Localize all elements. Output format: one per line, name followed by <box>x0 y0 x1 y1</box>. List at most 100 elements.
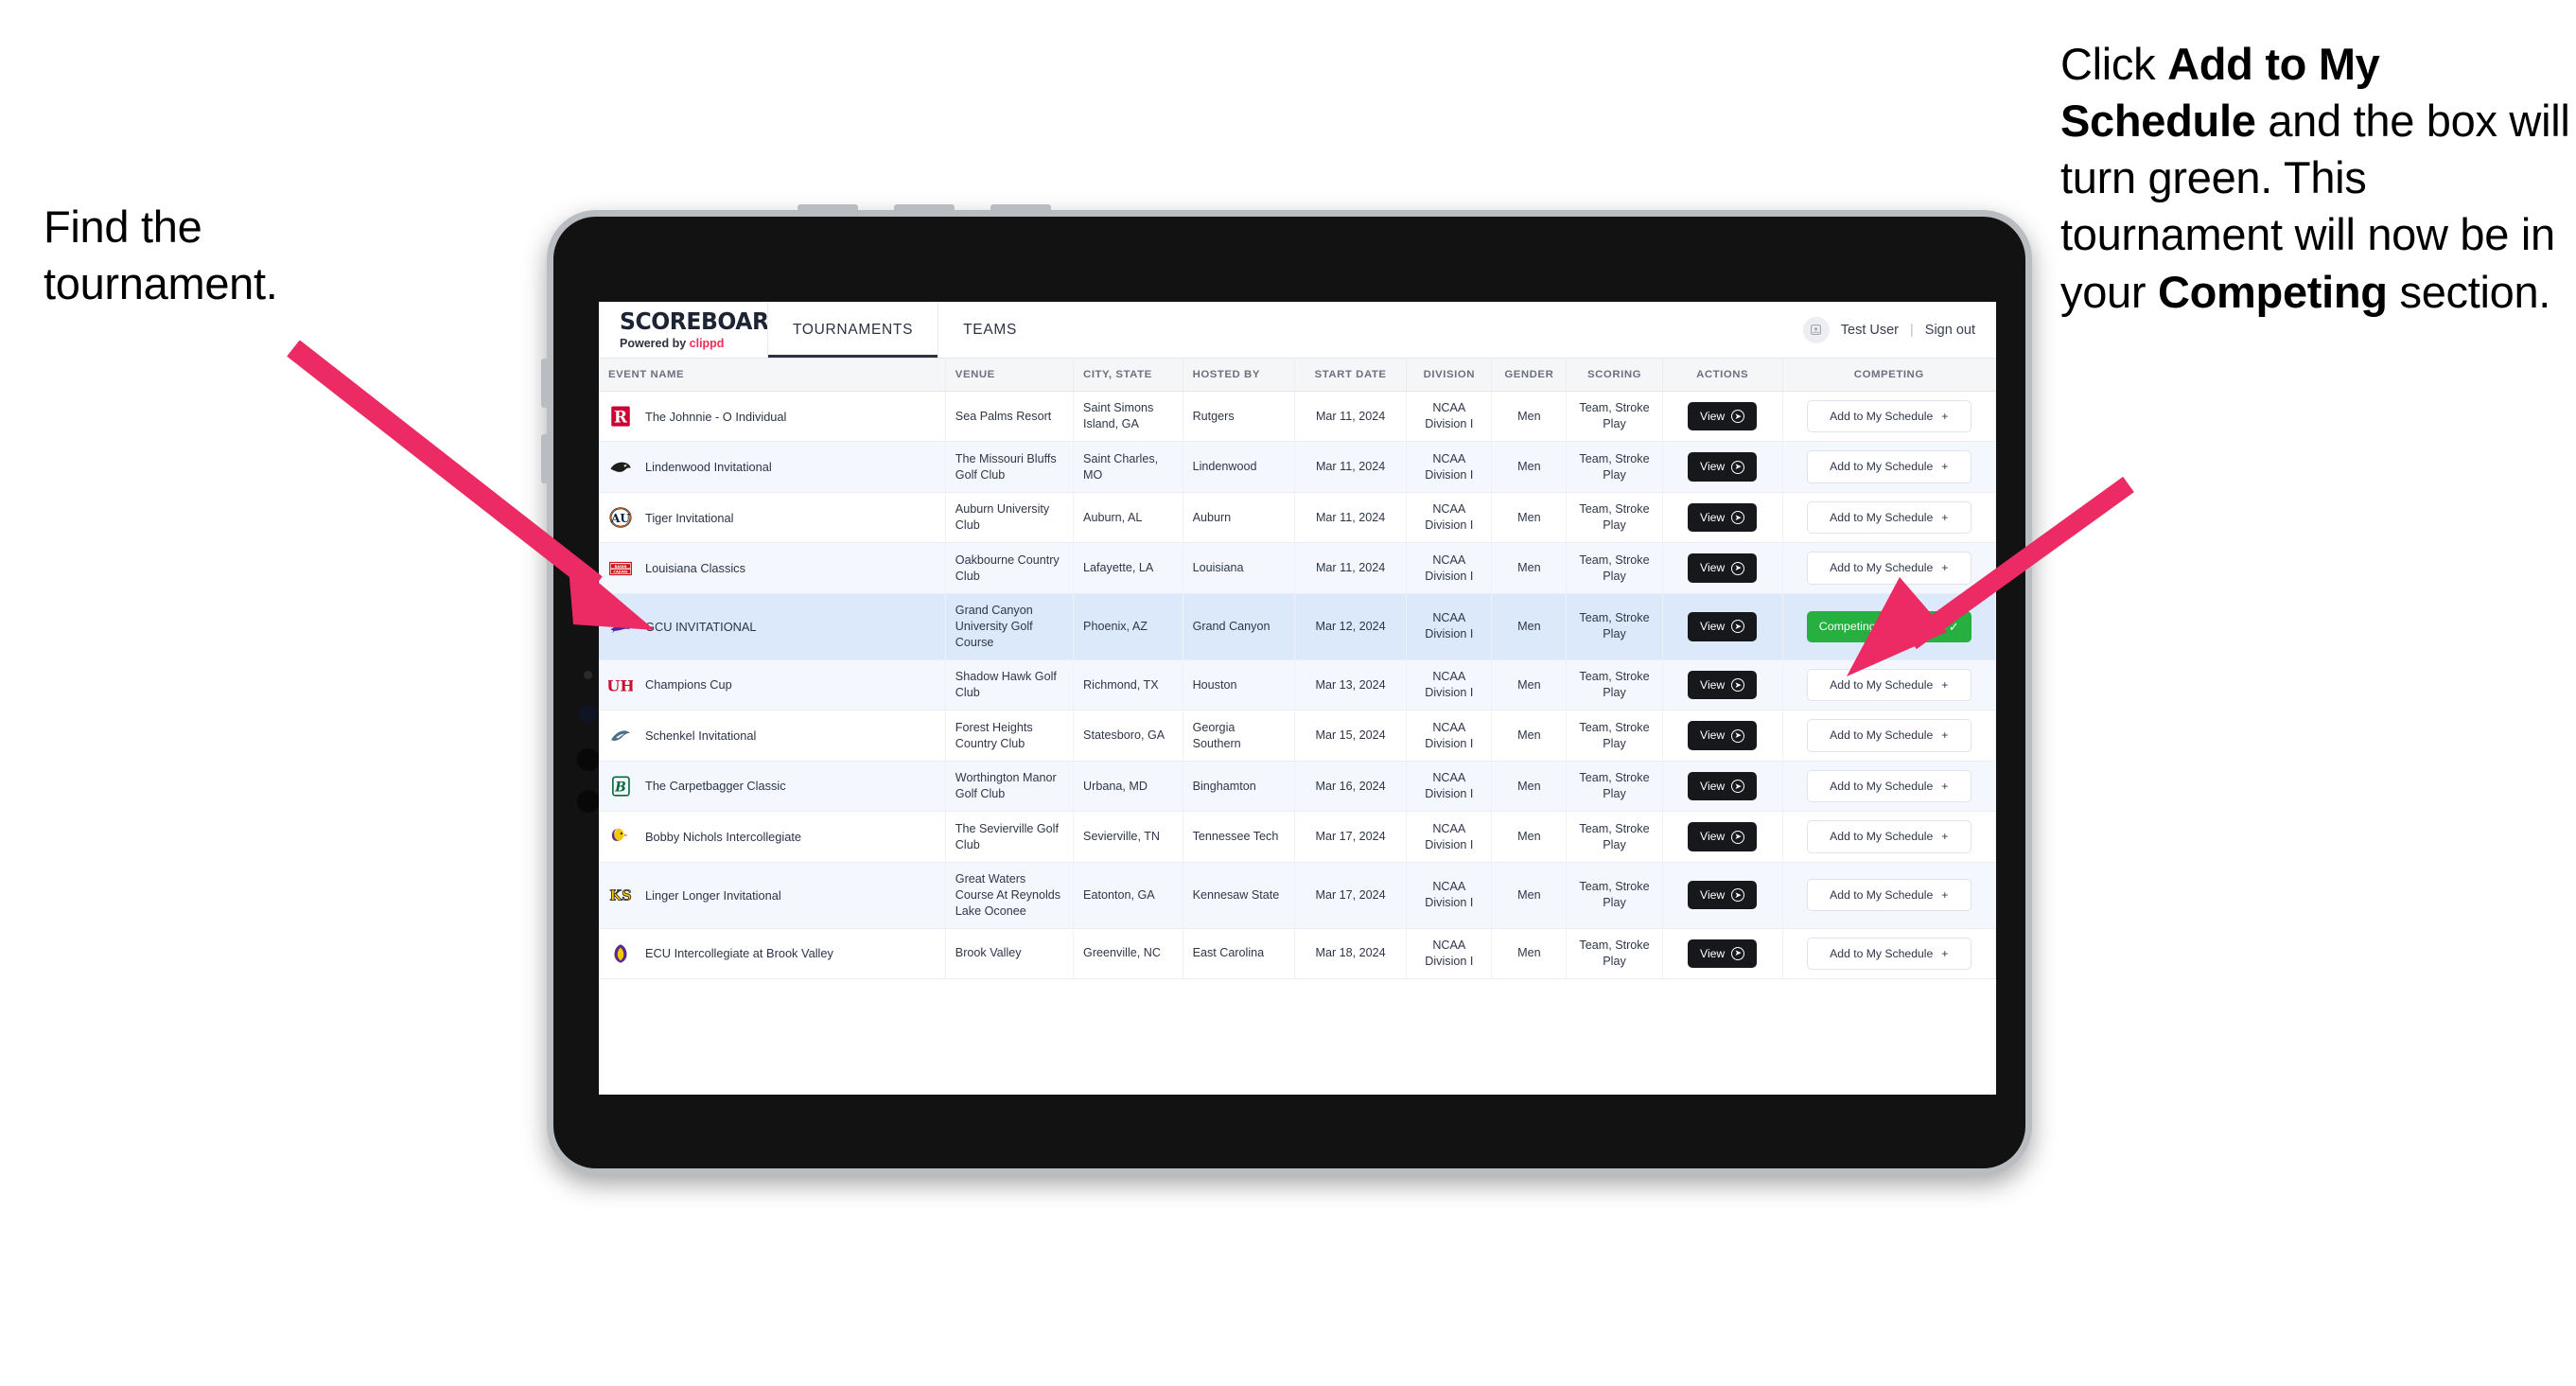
add-to-my-schedule-button[interactable]: Add to My Schedule + <box>1806 769 1971 803</box>
cell-hosted-by: Georgia Southern <box>1183 710 1295 762</box>
add-to-my-schedule-button[interactable]: Add to My Schedule + <box>1806 820 1971 853</box>
annotation-left-line1: Find the <box>44 202 202 252</box>
add-button-label: Add to My Schedule <box>1830 946 1934 960</box>
cell-hosted-by: Kennesaw State <box>1183 862 1295 929</box>
cell-gender: Men <box>1491 710 1568 762</box>
add-to-my-schedule-button[interactable]: Add to My Schedule + <box>1806 937 1971 971</box>
tab-tournaments[interactable]: TOURNAMENTS <box>767 302 939 358</box>
table-row[interactable]: AU Tiger Invitational Auburn University Cl… <box>599 492 1996 544</box>
add-button-label: Add to My Schedule <box>1830 410 1934 423</box>
cell-start-date: Mar 12, 2024 <box>1294 593 1408 660</box>
add-to-my-schedule-button[interactable]: Add to My Schedule + <box>1806 719 1971 752</box>
cell-scoring: Team, Stroke Play <box>1566 391 1663 443</box>
column-header-start-date: START DATE <box>1294 359 1408 392</box>
add-to-my-schedule-button[interactable]: Add to My Schedule + <box>1806 400 1971 433</box>
view-button[interactable]: View ➤ <box>1688 452 1758 482</box>
column-header-actions: ACTIONS <box>1662 359 1783 392</box>
view-button[interactable]: View ➤ <box>1688 721 1758 750</box>
add-to-my-schedule-button[interactable]: Add to My Schedule + <box>1806 450 1971 483</box>
view-button[interactable]: View ➤ <box>1688 881 1758 910</box>
cell-division: NCAA Division I <box>1406 928 1493 980</box>
tablet-speaker-hole-1 <box>577 748 600 771</box>
arrow-right-circle-icon: ➤ <box>1731 561 1745 575</box>
table-row[interactable]: GCU INVITATIONAL Grand Canyon University … <box>599 593 1996 660</box>
cell-gender: Men <box>1491 659 1568 711</box>
plus-icon: + <box>1941 728 1949 743</box>
cell-competing: Add to My Schedule + <box>1782 542 1996 594</box>
cell-actions: View ➤ <box>1662 492 1783 544</box>
tab-teams-label: TEAMS <box>963 321 1018 338</box>
svg-text:UH: UH <box>608 677 633 695</box>
table-row[interactable]: Schenkel Invitational Forest Heights Coun… <box>599 710 1996 762</box>
column-header-venue: VENUE <box>945 359 1075 392</box>
cell-competing: Add to My Schedule + <box>1782 862 1996 929</box>
table-row[interactable]: KS Linger Longer Invitational Great Waters… <box>599 862 1996 929</box>
rutgers-logo: R <box>608 404 633 429</box>
check-icon: ✓ <box>1948 619 1959 634</box>
cell-venue: Auburn University Club <box>945 492 1075 544</box>
add-button-label: Add to My Schedule <box>1830 510 1934 524</box>
cell-competing: Add to My Schedule + <box>1782 492 1996 544</box>
event-name-label: The Carpetbagger Classic <box>645 779 786 794</box>
user-avatar-icon[interactable] <box>1802 316 1830 343</box>
event-name-label: Bobby Nichols Intercollegiate <box>645 829 802 844</box>
sign-out-link[interactable]: Sign out <box>1925 323 1975 338</box>
column-header-division: DIVISION <box>1406 359 1493 392</box>
add-to-my-schedule-button[interactable]: Add to My Schedule + <box>1806 879 1971 912</box>
cell-start-date: Mar 11, 2024 <box>1294 441 1408 493</box>
view-button[interactable]: View ➤ <box>1688 822 1758 851</box>
plus-icon: + <box>1941 460 1949 474</box>
brand-wordmark: SCOREBOARD <box>620 307 787 335</box>
cell-gender: Men <box>1491 593 1568 660</box>
view-button[interactable]: View ➤ <box>1688 553 1758 583</box>
view-button-label: View <box>1700 620 1726 634</box>
table-row[interactable]: ECU Intercollegiate at Brook Valley Brook… <box>599 928 1996 980</box>
column-header-city-state: CITY, STATE <box>1073 359 1183 392</box>
arrow-right-circle-icon: ➤ <box>1731 410 1745 424</box>
tab-teams[interactable]: TEAMS <box>938 302 1043 358</box>
cell-hosted-by: East Carolina <box>1183 928 1295 980</box>
cell-actions: View ➤ <box>1662 659 1783 711</box>
cell-event-name: Schenkel Invitational <box>599 710 946 762</box>
lindenwood-logo <box>608 455 633 480</box>
view-button[interactable]: View ➤ <box>1688 939 1758 969</box>
brand-powered-by: Powered by clippd <box>620 337 767 350</box>
cell-division: NCAA Division I <box>1406 542 1493 594</box>
cell-division: NCAA Division I <box>1406 811 1493 863</box>
cell-division: NCAA Division I <box>1406 593 1493 660</box>
add-to-my-schedule-button[interactable]: Add to My Schedule + <box>1806 668 1971 702</box>
competing-button[interactable]: Competing ✓ <box>1806 610 1971 643</box>
cell-scoring: Team, Stroke Play <box>1566 761 1663 813</box>
view-button[interactable]: View ➤ <box>1688 402 1758 431</box>
louisiana-logo: RAGIN CAJUNS <box>608 556 633 581</box>
table-row[interactable]: UH Champions Cup Shadow Hawk Golf ClubRich… <box>599 659 1996 711</box>
table-row[interactable]: B The Carpetbagger Classic Worthington Man… <box>599 761 1996 813</box>
plus-icon: + <box>1941 888 1949 903</box>
annotation-right-t1: Click <box>2060 39 2168 89</box>
cell-venue: Brook Valley <box>945 928 1075 980</box>
view-button[interactable]: View ➤ <box>1688 670 1758 700</box>
view-button[interactable]: View ➤ <box>1688 612 1758 641</box>
view-button-label: View <box>1700 728 1726 743</box>
add-to-my-schedule-button[interactable]: Add to My Schedule + <box>1806 500 1971 535</box>
svg-text:AU: AU <box>610 512 630 525</box>
event-name-label: Lindenwood Invitational <box>645 460 772 475</box>
cell-gender: Men <box>1491 761 1568 813</box>
cell-actions: View ➤ <box>1662 862 1783 929</box>
table-row[interactable]: RAGIN CAJUNS Louisiana Classics Oakbourne C… <box>599 542 1996 594</box>
table-row[interactable]: R The Johnnie - O Individual Sea Palms Res… <box>599 391 1996 443</box>
view-button[interactable]: View ➤ <box>1688 502 1758 533</box>
table-row[interactable]: Lindenwood Invitational The Missouri Bluf… <box>599 441 1996 493</box>
arrow-right-circle-icon: ➤ <box>1731 460 1745 474</box>
cell-scoring: Team, Stroke Play <box>1566 441 1663 493</box>
cell-gender: Men <box>1491 542 1568 594</box>
cell-event-name: UH Champions Cup <box>599 659 946 711</box>
table-row[interactable]: Bobby Nichols Intercollegiate The Sevierv… <box>599 811 1996 863</box>
cell-hosted-by: Tennessee Tech <box>1183 811 1295 863</box>
svg-text:RAGIN: RAGIN <box>615 565 627 569</box>
cell-competing: Add to My Schedule + <box>1782 441 1996 493</box>
view-button[interactable]: View ➤ <box>1688 771 1758 801</box>
add-button-label: Add to My Schedule <box>1830 888 1934 903</box>
column-header-competing: COMPETING <box>1782 359 1996 392</box>
add-to-my-schedule-button[interactable]: Add to My Schedule + <box>1806 552 1971 585</box>
